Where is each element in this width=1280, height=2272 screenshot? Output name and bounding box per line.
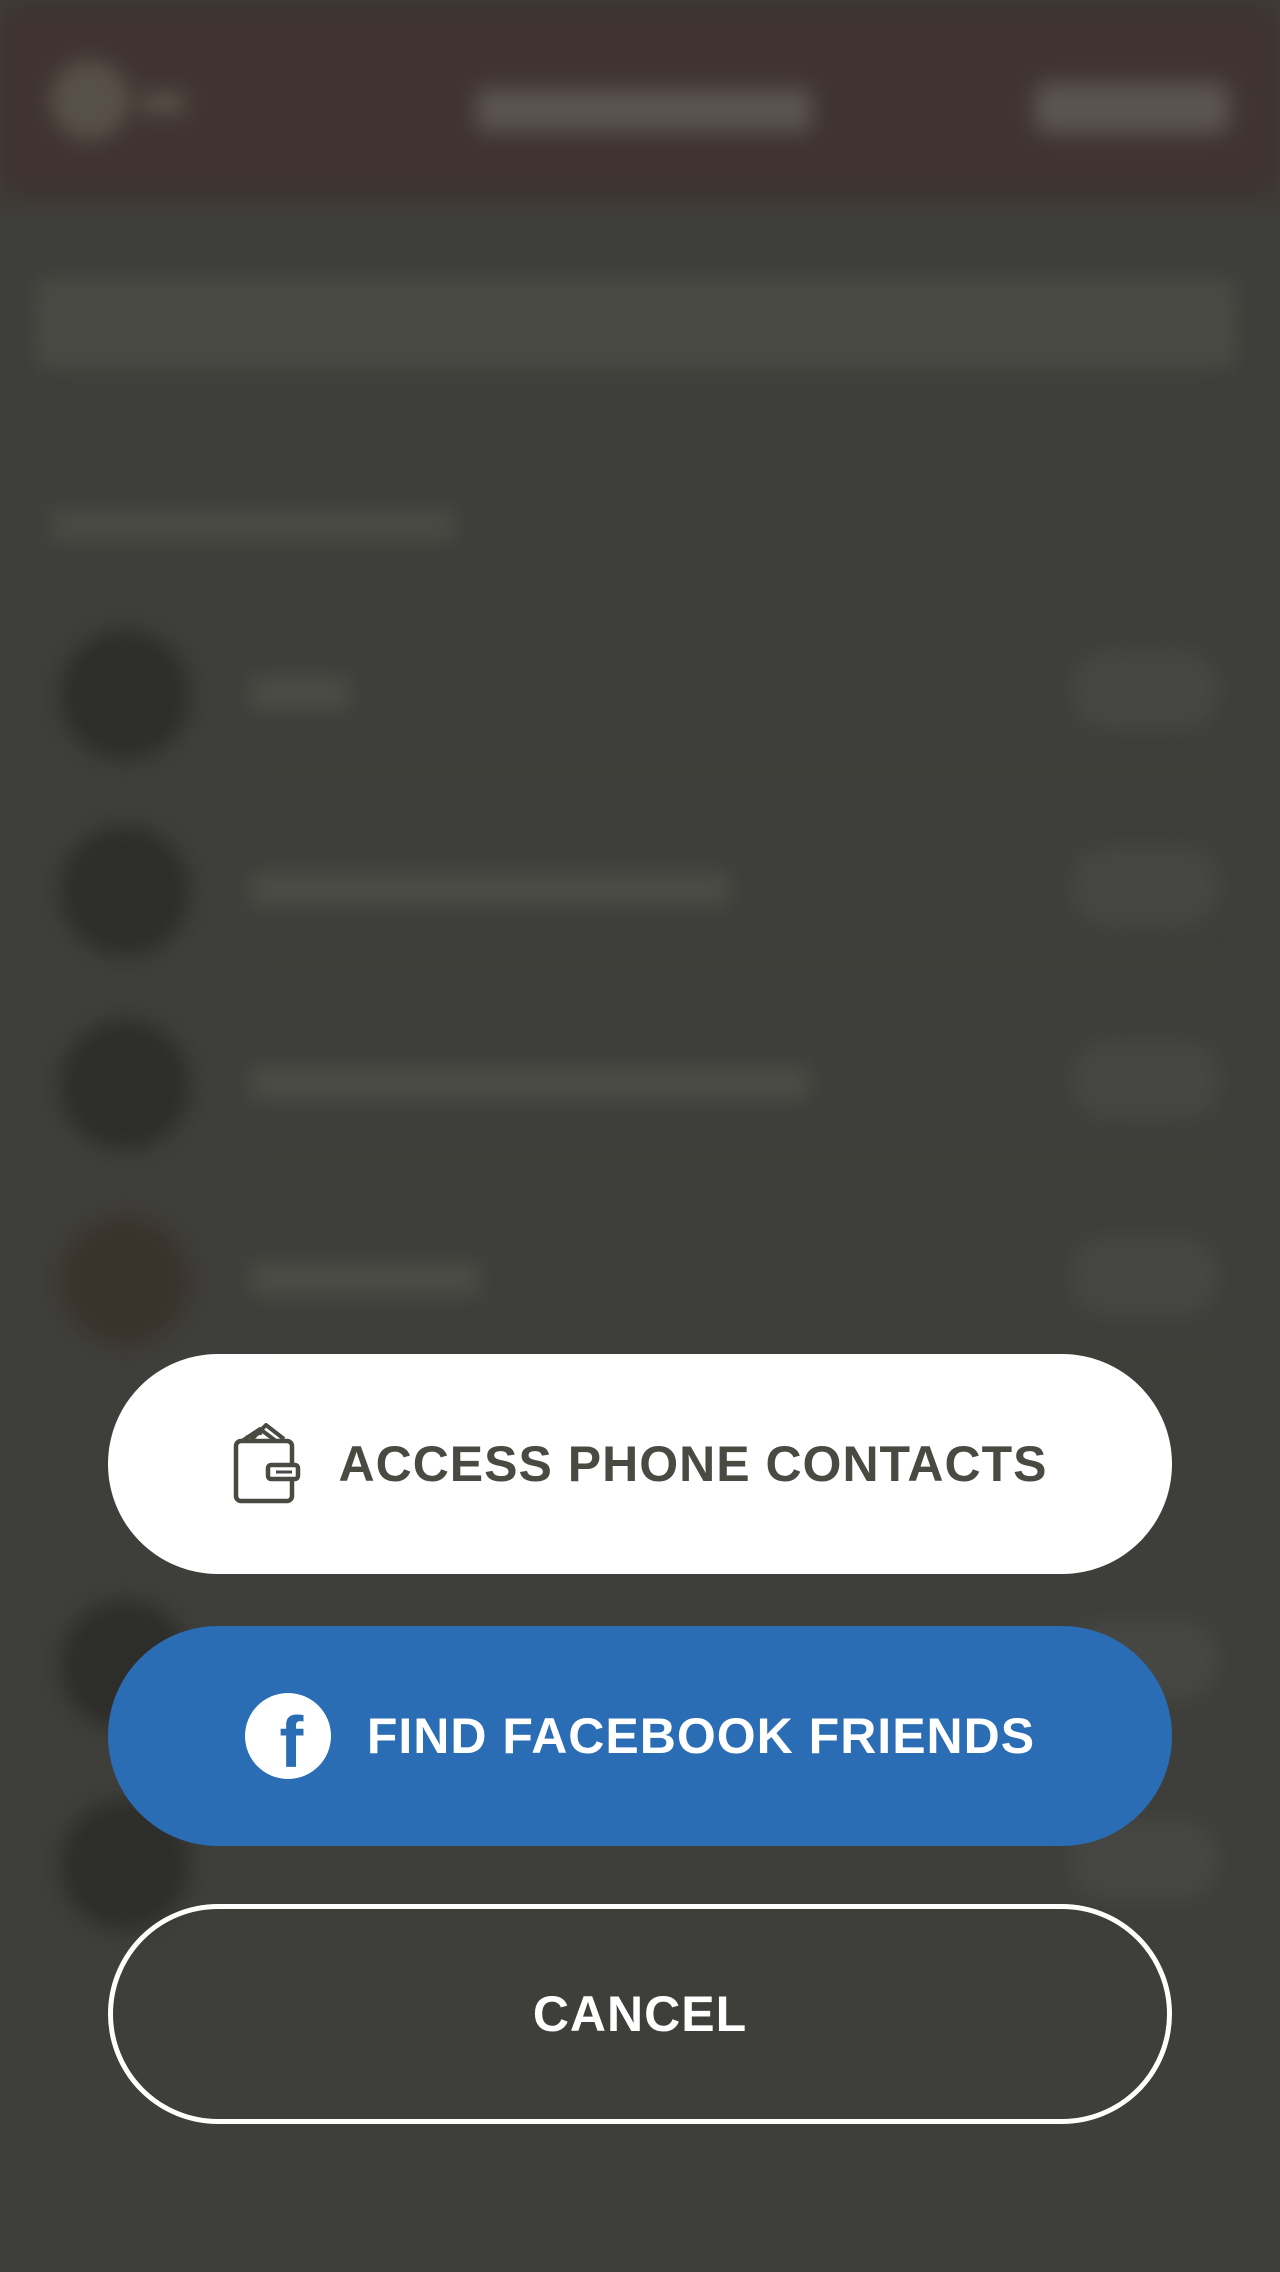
follow-button: [1070, 846, 1220, 926]
list-item: [50, 1196, 1230, 1356]
contact-name: [250, 676, 350, 710]
avatar: [60, 826, 190, 956]
contact-name: [250, 1262, 480, 1296]
cancel-button[interactable]: CANCEL: [108, 1904, 1172, 2124]
contact-name: [250, 1066, 810, 1100]
row-divider: [250, 1158, 1230, 1160]
follow-button: [1070, 650, 1220, 730]
contact-name: [250, 872, 730, 906]
avatar: [60, 630, 190, 760]
row-divider: [250, 768, 1230, 770]
app-header: [0, 0, 1280, 200]
find-facebook-friends-button[interactable]: f FIND FACEBOOK FRIENDS: [108, 1626, 1172, 1846]
row-divider: [250, 964, 1230, 966]
access-phone-contacts-label: ACCESS PHONE CONTACTS: [338, 1436, 1048, 1492]
app-logo: [50, 60, 130, 140]
list-item: [50, 610, 1230, 770]
avatar: [60, 1020, 190, 1150]
facebook-logo-circle: f: [244, 1693, 331, 1779]
header-title: [476, 88, 812, 132]
access-phone-contacts-button[interactable]: ACCESS PHONE CONTACTS: [108, 1354, 1172, 1574]
facebook-icon: f: [244, 1693, 331, 1779]
app-logo-text: [140, 92, 186, 114]
header-action-button: [1034, 82, 1230, 134]
wallet-icon: [232, 1423, 302, 1505]
facebook-logo-glyph: f: [279, 1703, 305, 1779]
follow-button: [1070, 1040, 1220, 1120]
avatar: [60, 1216, 190, 1346]
list-item: [50, 806, 1230, 966]
find-facebook-friends-label: FIND FACEBOOK FRIENDS: [366, 1708, 1036, 1764]
list-item: [50, 1000, 1230, 1160]
cancel-label: CANCEL: [532, 1986, 748, 2042]
info-banner: [36, 278, 1236, 368]
section-label: [50, 508, 456, 542]
follow-button: [1070, 1236, 1220, 1316]
